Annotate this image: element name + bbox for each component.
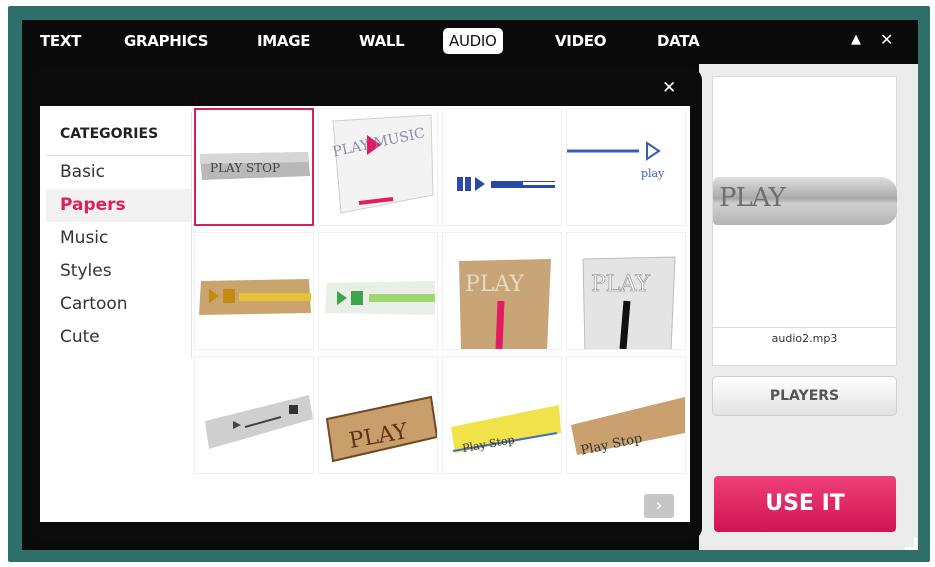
- preview-player-art: PLAY: [713, 177, 897, 225]
- tab-text[interactable]: TEXT: [40, 28, 81, 54]
- preview-panel: PLAY audio2.mp3 PLAYERS USE IT: [699, 64, 918, 550]
- preview-filename: audio2.mp3: [713, 327, 896, 365]
- category-list: CATEGORIES Basic Papers Music Styles Car…: [46, 112, 191, 358]
- player-thumbnail[interactable]: Play Stop: [566, 356, 686, 474]
- player-thumbnail[interactable]: PLAY: [318, 356, 438, 474]
- top-tab-bar: TEXT GRAPHICS IMAGE WALL AUDIO VIDEO DAT…: [22, 20, 918, 64]
- tab-audio[interactable]: AUDIO: [443, 28, 503, 54]
- category-styles[interactable]: Styles: [46, 255, 191, 288]
- category-basic[interactable]: Basic: [46, 156, 191, 189]
- player-thumbnail[interactable]: [194, 356, 314, 474]
- player-thumbnail[interactable]: [194, 232, 314, 350]
- thumb-text: PLAY: [591, 272, 650, 297]
- player-thumbnail[interactable]: PLAY: [442, 232, 562, 350]
- player-picker-dialog: ✕ CATEGORIES Basic Papers Music Styles C…: [32, 68, 702, 540]
- categories-heading: CATEGORIES: [46, 112, 191, 156]
- thumb-text: play: [641, 167, 665, 180]
- player-thumbnail[interactable]: Play Stop: [442, 356, 562, 474]
- player-thumbnail[interactable]: [318, 232, 438, 350]
- dialog-close-icon[interactable]: ✕: [662, 78, 676, 98]
- window-close-icon[interactable]: ✕: [880, 30, 893, 49]
- resize-grip-icon[interactable]: [905, 538, 917, 550]
- tab-video[interactable]: VIDEO: [555, 28, 606, 54]
- category-music[interactable]: Music: [46, 222, 191, 255]
- next-page-button[interactable]: ›: [644, 494, 674, 518]
- category-papers[interactable]: Papers: [46, 189, 191, 222]
- thumb-text: PLAY: [465, 272, 524, 297]
- tab-data[interactable]: DATA: [657, 28, 700, 54]
- dialog-content: CATEGORIES Basic Papers Music Styles Car…: [40, 106, 690, 522]
- player-thumbnail[interactable]: PLAY MUSIC: [318, 108, 438, 226]
- player-thumbnail[interactable]: PLAY: [566, 232, 686, 350]
- collapse-icon[interactable]: ▲: [851, 32, 861, 47]
- tab-wall[interactable]: WALL: [359, 28, 405, 54]
- use-it-button[interactable]: USE IT: [714, 476, 896, 532]
- tab-image[interactable]: IMAGE: [257, 28, 310, 54]
- tab-graphics[interactable]: GRAPHICS: [124, 28, 209, 54]
- player-thumbnail[interactable]: PLAY STOP: [194, 108, 314, 226]
- thumb-text: PLAY STOP: [210, 161, 280, 175]
- category-cartoon[interactable]: Cartoon: [46, 288, 191, 321]
- players-button[interactable]: PLAYERS: [712, 376, 897, 416]
- player-thumbnail[interactable]: [442, 108, 562, 226]
- preview-art-label: PLAY: [719, 183, 786, 213]
- player-preview: PLAY audio2.mp3: [712, 76, 897, 366]
- category-cute[interactable]: Cute: [46, 321, 191, 354]
- player-thumbnail[interactable]: play: [566, 108, 686, 226]
- player-thumbnail-grid: PLAY STOP PLAY MUSIC play PLAY PLAY PLAY…: [192, 108, 690, 476]
